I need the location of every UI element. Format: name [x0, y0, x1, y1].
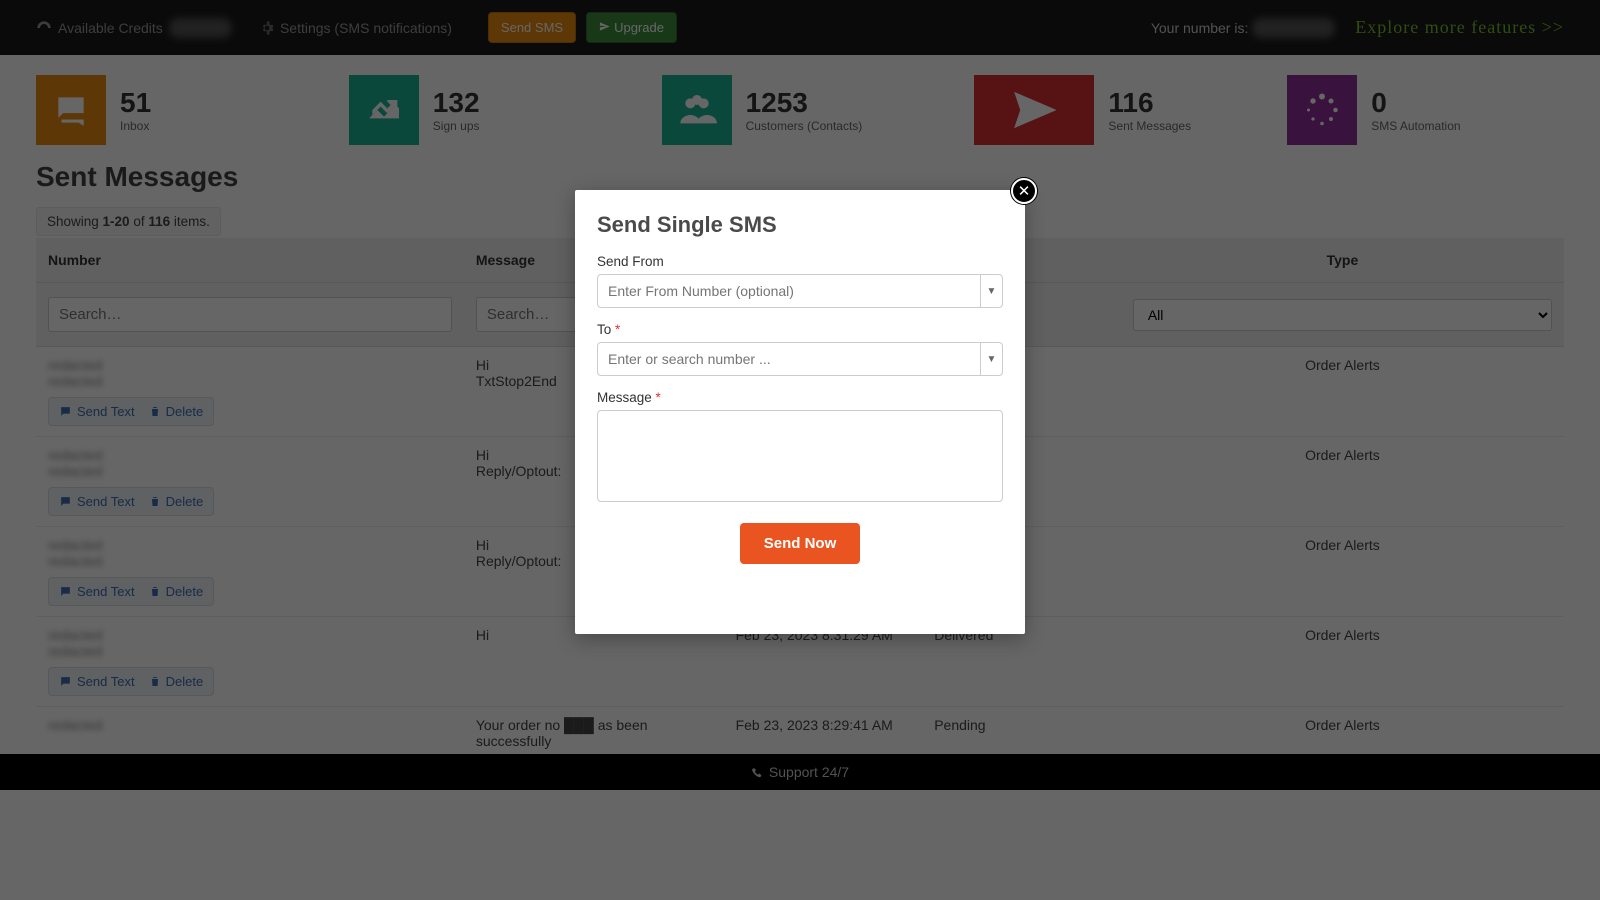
to-label: To *: [597, 322, 1003, 337]
chevron-down-icon[interactable]: ▼: [980, 275, 1002, 307]
modal-title: Send Single SMS: [597, 212, 1003, 238]
chevron-down-icon[interactable]: ▼: [980, 343, 1002, 375]
close-icon[interactable]: ✕: [1011, 178, 1037, 204]
from-label: Send From: [597, 254, 1003, 269]
message-label: Message *: [597, 390, 1003, 405]
to-number-input[interactable]: [598, 343, 980, 375]
send-now-button[interactable]: Send Now: [740, 523, 861, 564]
from-number-input[interactable]: [598, 275, 980, 307]
message-textarea[interactable]: [597, 410, 1003, 502]
send-sms-modal: ✕ Send Single SMS Send From ▼ To * ▼ Mes…: [575, 190, 1025, 634]
modal-overlay[interactable]: ✕ Send Single SMS Send From ▼ To * ▼ Mes…: [0, 0, 1600, 900]
